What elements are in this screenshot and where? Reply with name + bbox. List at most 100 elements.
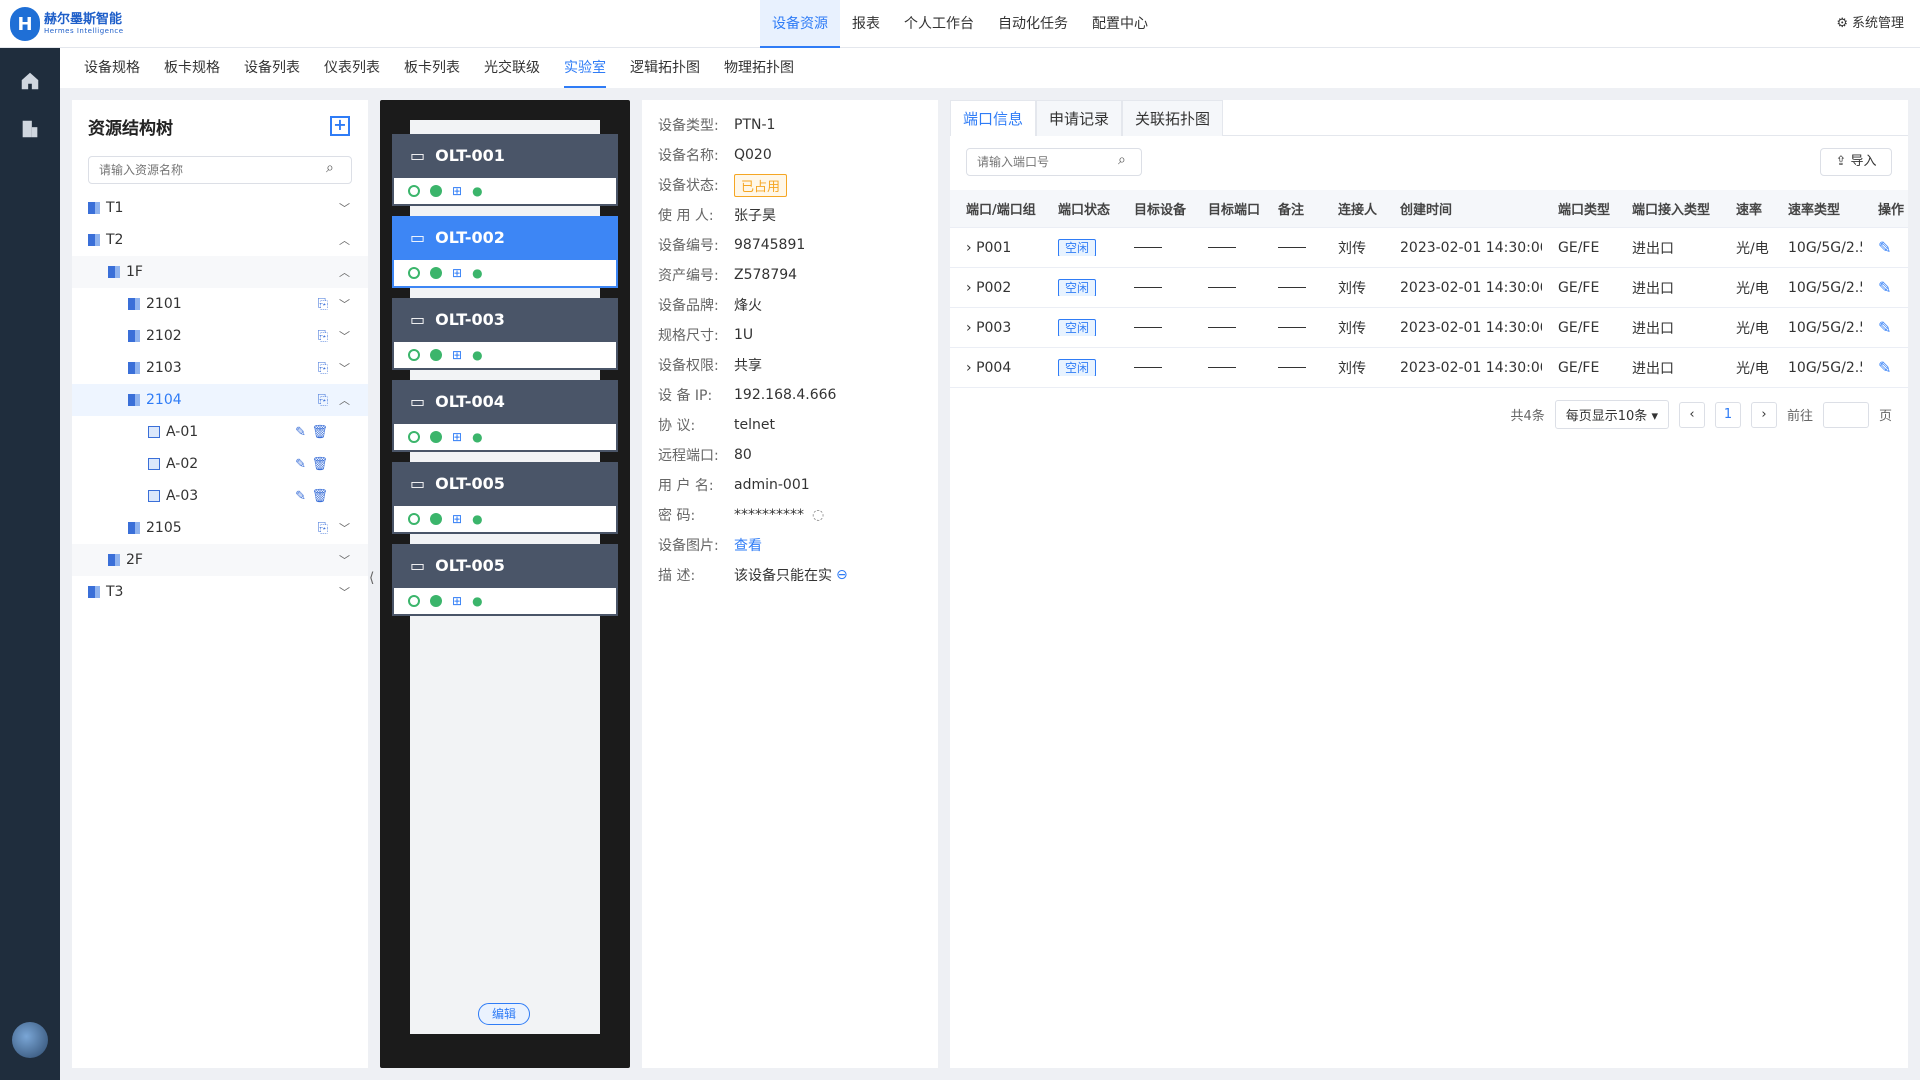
- avatar[interactable]: [12, 1022, 48, 1058]
- add-resource-icon[interactable]: +: [330, 116, 350, 136]
- page-size-select[interactable]: 每页显示10条 ▾: [1554, 400, 1669, 429]
- tree-node-2101[interactable]: 2101 ⎘ ﹀: [72, 288, 368, 320]
- chevron-up-icon[interactable]: ︿: [339, 264, 350, 280]
- tree-node-a01[interactable]: A-01 ✎ 🗑: [72, 416, 368, 448]
- rack-unit-status: ⊞ ●: [392, 340, 618, 370]
- tab-apply-records[interactable]: 申请记录: [1036, 100, 1123, 136]
- tree-node-2f[interactable]: 2F ﹀: [72, 544, 368, 576]
- rack-unit-olt-005b[interactable]: ▭ OLT-005 ⊞ ●: [392, 544, 618, 620]
- search-icon[interactable]: ⌕: [326, 160, 334, 176]
- current-page[interactable]: 1: [1714, 401, 1741, 428]
- rack-unit-olt-004[interactable]: ▭ OLT-004 ⊞ ●: [392, 380, 618, 456]
- chevron-right-icon[interactable]: ›: [966, 320, 972, 336]
- topnav-config[interactable]: 配置中心: [1080, 0, 1160, 48]
- table-row[interactable]: › P002 空闲 刘传 2023-02-01 14:30:00 GE/FE 进…: [950, 268, 1908, 308]
- link-icon[interactable]: ⎘: [318, 297, 328, 312]
- search-icon[interactable]: ⌕: [1118, 152, 1126, 168]
- rack-unit-header: ▭ OLT-004: [392, 380, 618, 422]
- rack-unit-olt-002[interactable]: ▭ OLT-002 ⊞ ●: [392, 216, 618, 292]
- tree-node-2105[interactable]: 2105 ⎘ ﹀: [72, 512, 368, 544]
- detail-value: 共享: [734, 358, 762, 374]
- rack-unit-olt-003[interactable]: ▭ OLT-003 ⊞ ●: [392, 298, 618, 374]
- tree-node-a03[interactable]: A-03 ✎ 🗑: [72, 480, 368, 512]
- chevron-down-icon[interactable]: ﹀: [339, 584, 350, 600]
- topnav-reports[interactable]: 报表: [840, 0, 892, 48]
- chevron-down-icon[interactable]: ﹀: [339, 360, 350, 376]
- tree-node-2102[interactable]: 2102 ⎘ ﹀: [72, 320, 368, 352]
- edit-icon[interactable]: ✎: [1878, 238, 1891, 257]
- port-search-input[interactable]: [966, 148, 1142, 176]
- table-row[interactable]: › P003 空闲 刘传 2023-02-01 14:30:00 GE/FE 进…: [950, 308, 1908, 348]
- more-icon[interactable]: ⊖: [836, 567, 848, 583]
- tree-node-a02[interactable]: A-02 ✎ 🗑: [72, 448, 368, 480]
- topnav-workbench[interactable]: 个人工作台: [892, 0, 986, 48]
- edit-icon[interactable]: ✎: [1878, 358, 1891, 377]
- next-page-button[interactable]: ›: [1750, 401, 1777, 428]
- subnav-device-list[interactable]: 设备列表: [244, 48, 300, 88]
- chevron-down-icon[interactable]: ﹀: [339, 552, 350, 568]
- tree-node-t3[interactable]: T3 ﹀: [72, 576, 368, 608]
- tree-node-label: 2102: [146, 328, 182, 344]
- collapse-panel-handle[interactable]: ⟨: [369, 570, 374, 586]
- edit-icon[interactable]: ✎: [295, 489, 306, 504]
- network-icon: ⊞: [452, 266, 463, 280]
- network-icon: ⊞: [452, 512, 463, 526]
- goto-page-input[interactable]: [1822, 401, 1869, 428]
- chevron-down-icon[interactable]: ﹀: [339, 520, 350, 536]
- room-icon: [128, 298, 140, 310]
- import-button[interactable]: ⇪ 导入: [1820, 148, 1892, 176]
- tab-related-topology[interactable]: 关联拓扑图: [1122, 100, 1224, 136]
- eye-off-icon[interactable]: ◌: [812, 507, 824, 523]
- edit-icon[interactable]: ✎: [1878, 318, 1891, 337]
- chevron-right-icon[interactable]: ›: [966, 280, 972, 296]
- subnav-optical-cascade[interactable]: 光交联级: [484, 48, 540, 88]
- edit-icon[interactable]: ✎: [295, 457, 306, 472]
- trash-icon[interactable]: 🗑: [311, 489, 328, 504]
- router-icon: ▭: [410, 309, 426, 329]
- subnav-meter-list[interactable]: 仪表列表: [324, 48, 380, 88]
- link-icon[interactable]: ⎘: [318, 521, 328, 536]
- link-icon[interactable]: ⎘: [318, 361, 328, 376]
- topnav-device-resources[interactable]: 设备资源: [760, 0, 840, 48]
- tree-node-2103[interactable]: 2103 ⎘ ﹀: [72, 352, 368, 384]
- tree-node-t2[interactable]: T2 ︿: [72, 224, 368, 256]
- top-nav: 设备资源 报表 个人工作台 自动化任务 配置中心: [760, 0, 1160, 48]
- chevron-down-icon[interactable]: ﹀: [339, 296, 350, 312]
- trash-icon[interactable]: 🗑: [311, 425, 328, 440]
- home-icon[interactable]: [18, 70, 42, 94]
- link-icon[interactable]: ⎘: [318, 393, 328, 408]
- detail-row: 设备状态: 已占用: [658, 170, 788, 200]
- resource-search-input[interactable]: [88, 156, 352, 184]
- tree-node-2104[interactable]: 2104 ⎘ ︿: [72, 384, 368, 416]
- tab-port-info[interactable]: 端口信息: [950, 100, 1037, 136]
- edit-icon[interactable]: ✎: [295, 425, 306, 440]
- chevron-right-icon[interactable]: ›: [966, 240, 972, 256]
- rack-unit-olt-001[interactable]: ▭ OLT-001 ⊞ ●: [392, 134, 618, 210]
- chevron-right-icon[interactable]: ›: [966, 360, 972, 376]
- subnav-lab[interactable]: 实验室: [564, 48, 606, 88]
- tree-node-t1[interactable]: T1 ﹀: [72, 192, 368, 224]
- brand-logo[interactable]: H 赫尔墨斯智能 Hermes Intelligence: [10, 6, 124, 42]
- link-icon[interactable]: ⎘: [318, 329, 328, 344]
- subnav-card-list[interactable]: 板卡列表: [404, 48, 460, 88]
- building-icon[interactable]: [18, 118, 42, 142]
- tree-node-1f[interactable]: 1F ︿: [72, 256, 368, 288]
- rack-unit-olt-005[interactable]: ▭ OLT-005 ⊞ ●: [392, 462, 618, 538]
- chevron-up-icon[interactable]: ︿: [339, 232, 350, 248]
- view-image-link[interactable]: 查看: [734, 535, 762, 555]
- rack-edit-button[interactable]: 编辑: [478, 1003, 530, 1025]
- subnav-device-spec[interactable]: 设备规格: [84, 48, 140, 88]
- subnav-card-spec[interactable]: 板卡规格: [164, 48, 220, 88]
- edit-icon[interactable]: ✎: [1878, 278, 1891, 297]
- table-row[interactable]: › P001 空闲 刘传 2023-02-01 14:30:00 GE/FE 进…: [950, 228, 1908, 268]
- subnav-logical-topology[interactable]: 逻辑拓扑图: [630, 48, 700, 88]
- trash-icon[interactable]: 🗑: [311, 457, 328, 472]
- chevron-down-icon[interactable]: ﹀: [339, 200, 350, 216]
- chevron-up-icon[interactable]: ︿: [339, 392, 350, 408]
- subnav-physical-topology[interactable]: 物理拓扑图: [724, 48, 794, 88]
- table-row[interactable]: › P004 空闲 刘传 2023-02-01 14:30:00 GE/FE 进…: [950, 348, 1908, 388]
- topnav-automation[interactable]: 自动化任务: [986, 0, 1080, 48]
- chevron-down-icon[interactable]: ﹀: [339, 328, 350, 344]
- system-management-button[interactable]: ⚙ 系统管理: [1836, 0, 1904, 48]
- prev-page-button[interactable]: ‹: [1678, 401, 1705, 428]
